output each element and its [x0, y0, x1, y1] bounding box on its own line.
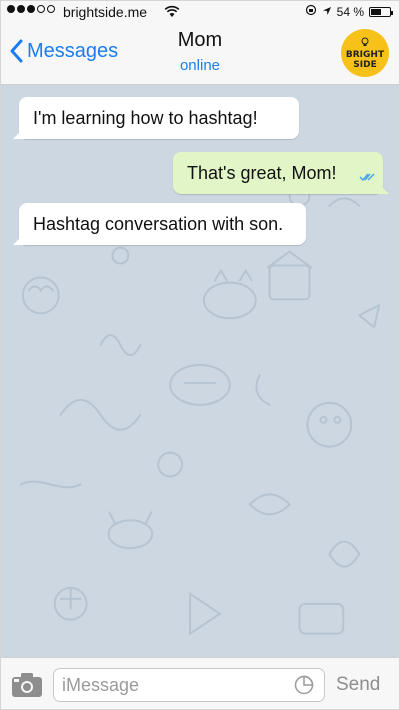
battery-percent: 54 % — [336, 4, 364, 19]
message-text: I'm learning how to hashtag! — [33, 108, 258, 128]
message-text: That's great, Mom! — [187, 163, 337, 183]
battery-fill — [371, 8, 381, 15]
send-button[interactable]: Send — [336, 674, 380, 696]
logo-line-2: SIDE — [353, 59, 377, 70]
message-bubble-incoming[interactable]: Hashtag conversation with son. — [19, 203, 306, 245]
message-input[interactable] — [53, 668, 325, 702]
logo-line-1: BRIGHT — [345, 49, 385, 60]
double-check-icon — [359, 164, 375, 188]
lightbulb-icon — [360, 37, 370, 50]
brightside-logo: BRIGHT SIDE — [341, 29, 389, 77]
status-bar: brightside.me 54 % — [1, 1, 399, 23]
location-icon — [322, 5, 332, 19]
message-bubble-outgoing[interactable]: That's great, Mom! — [173, 152, 383, 194]
nav-bar: Messages Mom online BRIGHT SIDE — [1, 23, 399, 85]
contact-name[interactable]: Mom — [1, 29, 399, 52]
input-bar: Send — [1, 657, 399, 709]
carrier-name: brightside.me — [63, 4, 148, 20]
message-bubble-incoming[interactable]: I'm learning how to hashtag! — [19, 97, 299, 139]
battery-icon — [369, 6, 393, 17]
phone-screen: brightside.me 54 % Messages Mom online B… — [0, 0, 400, 710]
contact-status: online — [179, 57, 221, 74]
sticker-icon[interactable] — [294, 675, 314, 700]
signal-icon — [7, 5, 55, 13]
chat-area[interactable]: I'm learning how to hashtag! That's grea… — [1, 85, 399, 657]
lock-rotation-icon — [305, 4, 317, 19]
wifi-icon — [164, 5, 180, 21]
message-text: Hashtag conversation with son. — [33, 214, 284, 234]
camera-icon[interactable] — [11, 672, 43, 703]
